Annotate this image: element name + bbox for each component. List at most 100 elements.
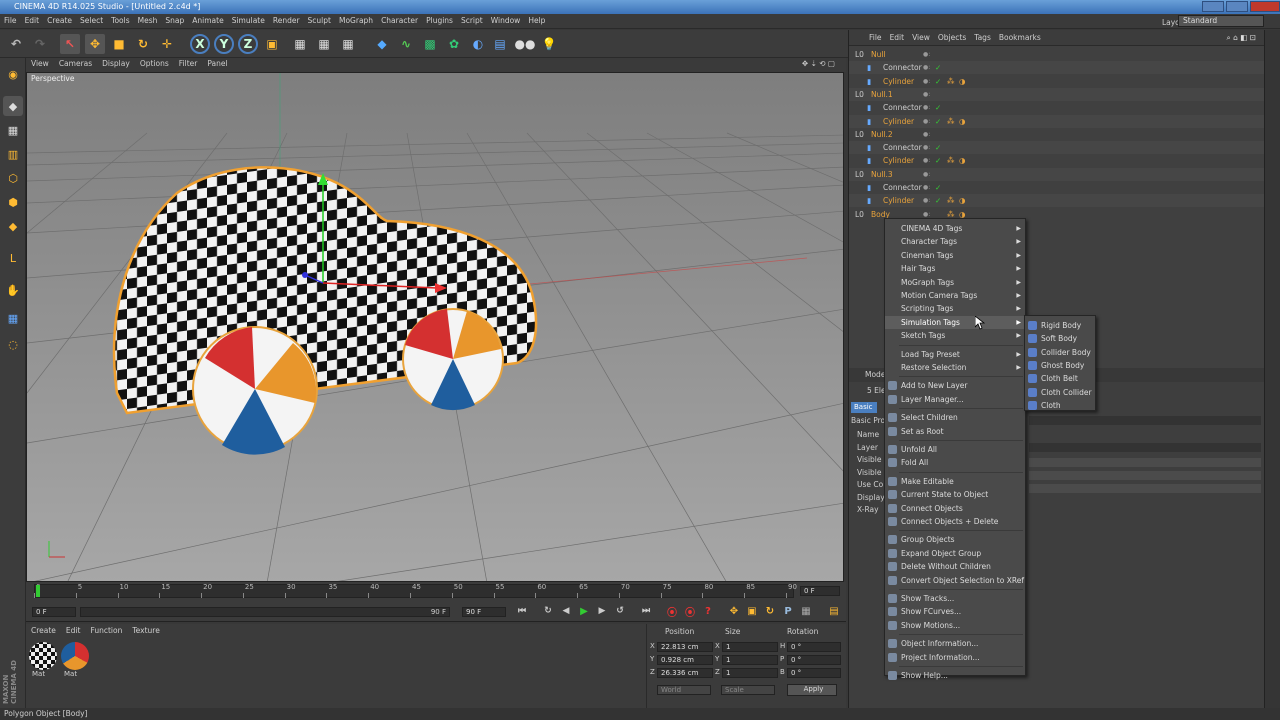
submenu-item-cloth-belt[interactable]: Cloth Belt [1025, 372, 1095, 385]
object-menu-file[interactable]: File [865, 30, 886, 45]
object-name[interactable]: Connector [883, 101, 922, 114]
menu-item-object-information[interactable]: Object Information... [885, 637, 1025, 650]
menu-item-hair-tags[interactable]: Hair Tags ▶ [885, 262, 1025, 275]
loop-icon[interactable]: ↻ [540, 603, 556, 619]
position-field[interactable]: 22.813 cm [657, 642, 713, 652]
start-frame-field[interactable]: 0 F [32, 607, 76, 617]
texture-tag-icon[interactable]: ◑ [959, 154, 966, 167]
axis-mode-icon[interactable]: L [3, 248, 23, 268]
play-icon[interactable]: ▶ [576, 603, 592, 619]
enabled-check-icon[interactable]: ✓ [935, 194, 941, 207]
menu-item-add-to-new-layer[interactable]: Add to New Layer [885, 379, 1025, 392]
spline-icon[interactable]: ∿ [396, 34, 416, 54]
submenu-item-cloth[interactable]: Cloth [1025, 399, 1095, 412]
visible-editor-select[interactable] [1029, 458, 1261, 467]
menu-snap[interactable]: Snap [161, 14, 188, 27]
visibility-dots-icon[interactable]: ●: [923, 154, 930, 167]
repeat-icon[interactable]: ↺ [612, 603, 628, 619]
visibility-dots-icon[interactable]: ●: [923, 101, 930, 114]
edges-mode-icon[interactable]: ⬢ [3, 192, 23, 212]
menu-mesh[interactable]: Mesh [134, 14, 162, 27]
deformer-icon[interactable]: ◐ [468, 34, 488, 54]
viewport-menu-view[interactable]: View [26, 58, 54, 69]
submenu-item-collider-body[interactable]: Collider Body [1025, 346, 1095, 359]
menu-item-mograph-tags[interactable]: MoGraph Tags ▶ [885, 276, 1025, 289]
cube-icon[interactable]: ◆ [372, 34, 392, 54]
object-row[interactable]: L0 Null ●: [849, 48, 1265, 61]
viewport-menu-options[interactable]: Options [135, 58, 174, 69]
visibility-dots-icon[interactable]: ●: [923, 141, 930, 154]
object-manager-nav-icons[interactable]: ⌕ ⌂ ◧ ⊡ [1223, 30, 1260, 46]
step-back-icon[interactable]: ◀ [558, 603, 574, 619]
size-field[interactable]: 1 [722, 668, 778, 678]
object-row[interactable]: ▮ Connector ●: ✓ [849, 181, 1265, 194]
points-mode-icon[interactable]: ⬡ [3, 168, 23, 188]
texture-tag-icon[interactable]: ◑ [959, 115, 966, 128]
sculpt-icon[interactable]: ◌ [3, 334, 23, 354]
tweak-mode-icon[interactable]: ✋ [3, 280, 23, 300]
menu-item-scripting-tags[interactable]: Scripting Tags ▶ [885, 302, 1025, 315]
scale-icon[interactable]: ■ [109, 34, 129, 54]
close-button[interactable] [1250, 1, 1280, 12]
menu-item-load-tag-preset[interactable]: Load Tag Preset ▶ [885, 348, 1025, 361]
visibility-dots-icon[interactable]: ●: [923, 168, 930, 181]
size-field[interactable]: 1 [722, 642, 778, 652]
object-name[interactable]: Cylinder [883, 194, 914, 207]
menu-item-unfold-all[interactable]: Unfold All [885, 443, 1025, 456]
submenu-item-rigid-body[interactable]: Rigid Body [1025, 319, 1095, 332]
viewport-menu-cameras[interactable]: Cameras [54, 58, 97, 69]
menu-item-connect-objects[interactable]: Connect Objects [885, 502, 1025, 515]
object-row[interactable]: ▮ Connector ●: ✓ [849, 101, 1265, 114]
apply-button[interactable]: Apply [787, 684, 837, 696]
object-name[interactable]: Null [871, 48, 886, 61]
snap-icon[interactable]: ▦ [3, 308, 23, 328]
menu-item-show-tracks[interactable]: Show Tracks... [885, 592, 1025, 605]
render-picture-viewer-icon[interactable]: ▦ [314, 34, 334, 54]
enabled-check-icon[interactable]: ✓ [935, 154, 941, 167]
perspective-viewport[interactable]: Perspective [26, 72, 844, 582]
menu-help[interactable]: Help [524, 14, 549, 27]
use-color-select[interactable] [1029, 484, 1261, 493]
object-name[interactable]: Connector [883, 61, 922, 74]
goto-start-icon[interactable]: ⏮ [514, 603, 530, 619]
menu-item-expand-object-group[interactable]: Expand Object Group [885, 547, 1025, 560]
viewport-menu-display[interactable]: Display [97, 58, 135, 69]
live-selection-icon[interactable]: ↖ [60, 34, 80, 54]
floor-icon[interactable]: ▤ [490, 34, 510, 54]
menu-mograph[interactable]: MoGraph [335, 14, 377, 27]
enabled-check-icon[interactable]: ✓ [935, 75, 941, 88]
enabled-check-icon[interactable]: ✓ [935, 115, 941, 128]
camera-icon[interactable]: ●● [515, 34, 536, 54]
menu-item-cinema-4d-tags[interactable]: CINEMA 4D Tags ▶ [885, 222, 1025, 235]
range-slider[interactable]: 90 F [80, 607, 450, 617]
polygons-mode-icon[interactable]: ◆ [3, 216, 23, 236]
visibility-dots-icon[interactable]: ●: [923, 128, 930, 141]
object-row[interactable]: ▮ Connector ●: ✓ [849, 141, 1265, 155]
menu-item-show-motions[interactable]: Show Motions... [885, 619, 1025, 632]
keyframe-selection-icon[interactable]: ? [700, 603, 716, 619]
rotation-field[interactable]: 0 ° [787, 668, 841, 678]
menu-window[interactable]: Window [487, 14, 525, 27]
submenu-item-ghost-body[interactable]: Ghost Body [1025, 359, 1095, 372]
material-checker-swatch[interactable] [29, 642, 57, 670]
menu-item-show-help[interactable]: Show Help... [885, 669, 1025, 682]
timeline-window-icon[interactable]: ▤ [826, 603, 842, 619]
menu-item-convert-object-selection-to-xref[interactable]: Convert Object Selection to XRef [885, 574, 1025, 587]
name-field[interactable] [1029, 416, 1261, 425]
object-menu-view[interactable]: View [908, 30, 934, 45]
texture-tag-icon[interactable]: ◑ [959, 194, 966, 207]
model-mode-icon[interactable]: ◆ [3, 96, 23, 116]
texture-tag-icon[interactable]: ◑ [959, 75, 966, 88]
move-icon[interactable]: ✥ [85, 34, 105, 54]
record-icon[interactable]: ⦿ [664, 603, 680, 619]
timeline[interactable]: 051015202530354045505560657075808590 0 F [26, 582, 846, 602]
viewport-menu-filter[interactable]: Filter [174, 58, 203, 69]
material-tag-icon[interactable]: ⁂ [947, 115, 955, 128]
menu-script[interactable]: Script [457, 14, 487, 27]
rotation-field[interactable]: 0 ° [787, 642, 841, 652]
enabled-check-icon[interactable]: ✓ [935, 181, 941, 194]
object-row[interactable]: ▮ Connector ●: ✓ [849, 61, 1265, 75]
visibility-dots-icon[interactable]: ●: [923, 88, 930, 101]
position-field[interactable]: 0.928 cm [657, 655, 713, 665]
workplane-icon[interactable]: ▥ [3, 144, 23, 164]
